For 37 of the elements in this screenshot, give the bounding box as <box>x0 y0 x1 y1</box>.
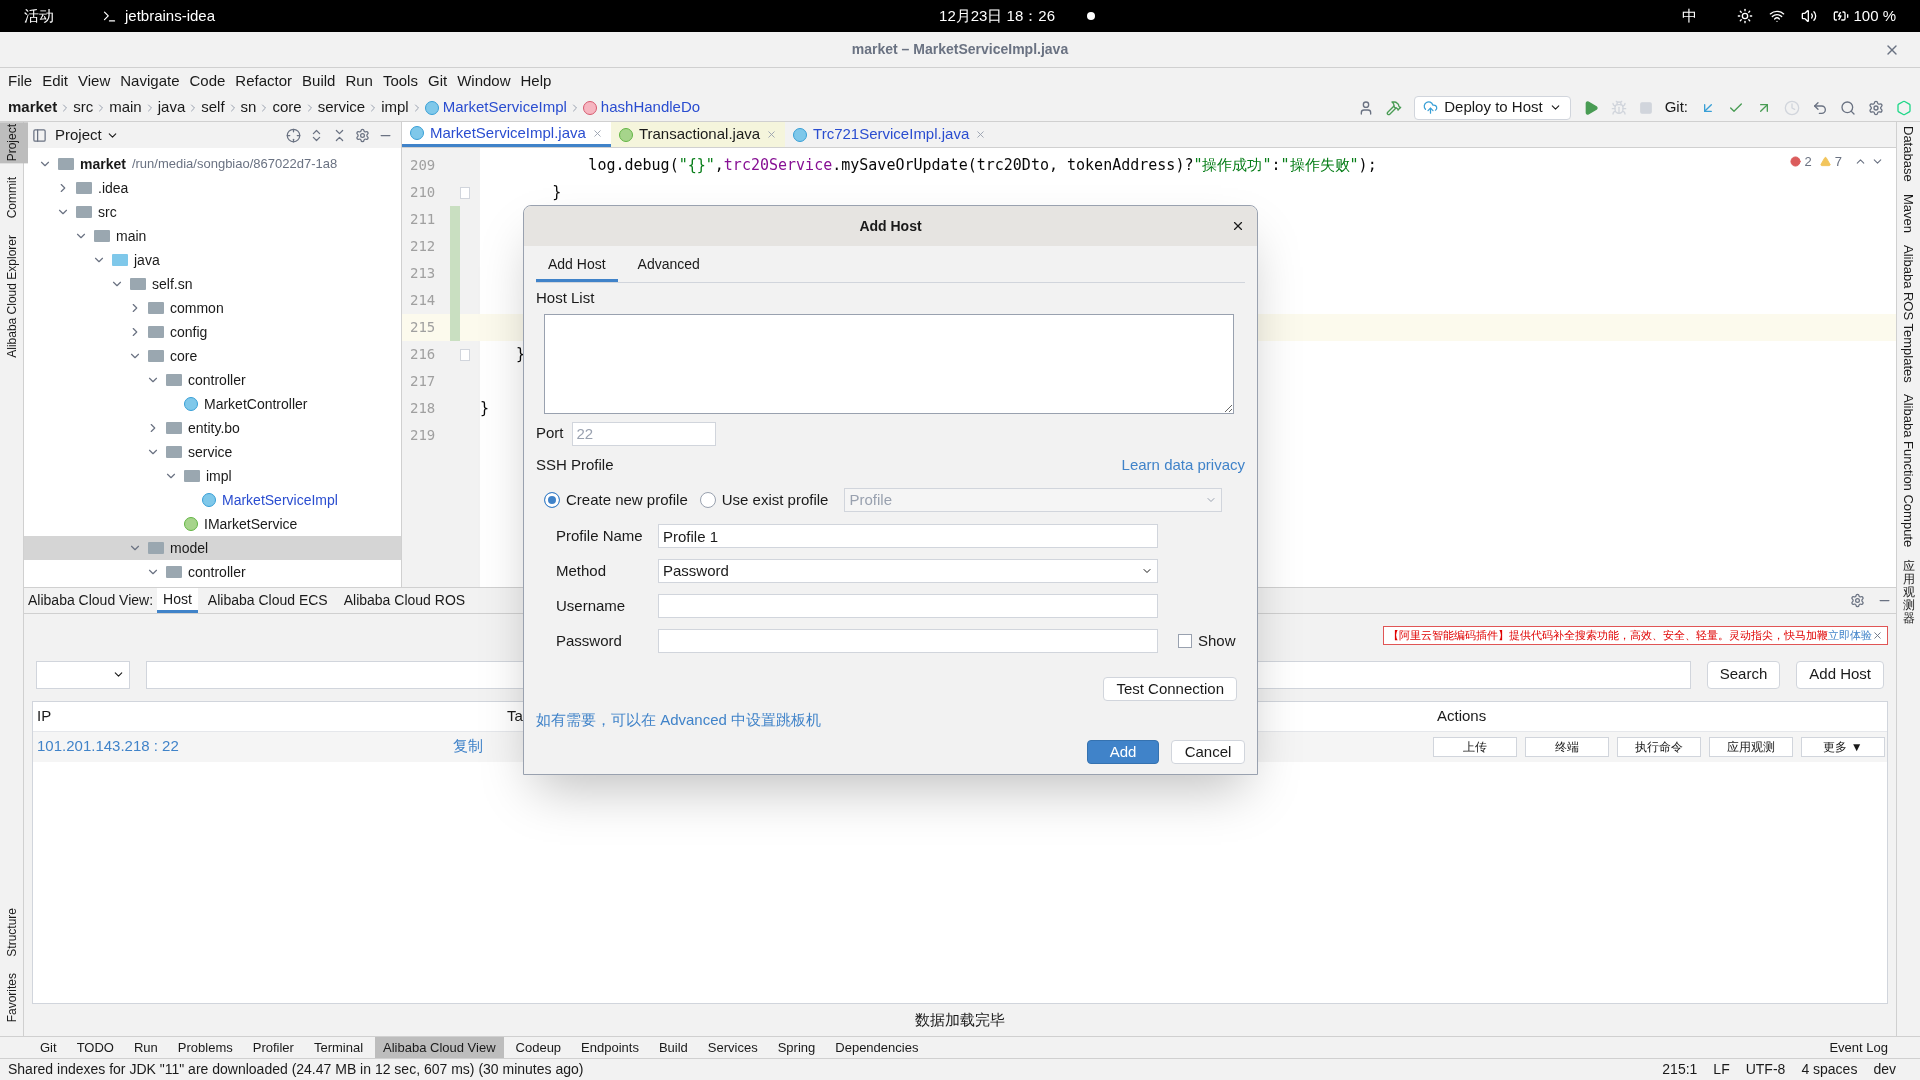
line-number: 216 <box>409 345 437 364</box>
line-number: 212 <box>409 237 437 256</box>
status-text: Shared indexes for JDK "11" are downloaded (24.47 MB in 12 sec, 607 ms) (30 minutes ago) <box>8 1060 584 1079</box>
field-label: Method <box>556 560 608 581</box>
line-number: 218 <box>409 399 437 418</box>
line-number: 210 <box>409 183 437 202</box>
field-label: Profile Name <box>556 525 644 546</box>
warning-count: 7 <box>1834 153 1842 171</box>
line-number: 209 <box>409 156 437 175</box>
column-header: IP <box>36 705 53 726</box>
section-label: SSH Profile <box>536 454 614 475</box>
field-label: Port <box>536 423 564 444</box>
field-label: Host List <box>536 288 595 308</box>
battery-level: 100 % <box>1853 5 1896 26</box>
git-label: Git: <box>1664 97 1688 118</box>
status-message: 数据加载完毕 <box>915 1009 1005 1030</box>
code-line: log.debug("{}",trc20Service.mySaveOrUpdate(trc20Dto, tokenAddress)?"操作成功":"操作失败"); <box>587 155 1377 177</box>
line-number: 219 <box>409 426 437 445</box>
panel-title: Alibaba Cloud View: <box>28 591 154 610</box>
line-number: 211 <box>409 210 437 229</box>
hint-text: 如有需要，可以在 Advanced 中设置跳板机 <box>536 710 822 730</box>
column-header: Ta <box>506 705 524 726</box>
line-number: 217 <box>409 372 437 391</box>
error-count: 2 <box>1804 153 1812 171</box>
column-header: Actions <box>1436 705 1488 726</box>
line-number: 215 <box>409 318 437 337</box>
line-number: 213 <box>409 264 437 283</box>
field-label: Username <box>556 595 627 616</box>
clock: 12月23日 18：26 <box>939 5 1055 26</box>
promo-text: 【阿里云智能编码插件】提供代码补全搜索功能，高效、安全、轻量。灵动指尖，快马加鞭 <box>1388 628 1828 643</box>
field-label: Password <box>556 630 623 651</box>
line-number: 214 <box>409 291 437 310</box>
code-line: } <box>515 344 526 366</box>
code-line: } <box>480 398 490 420</box>
code-line: } <box>551 182 562 204</box>
window-title: market – MarketServiceImpl.java <box>851 40 1069 59</box>
dialog-title: Add Host <box>859 216 922 236</box>
